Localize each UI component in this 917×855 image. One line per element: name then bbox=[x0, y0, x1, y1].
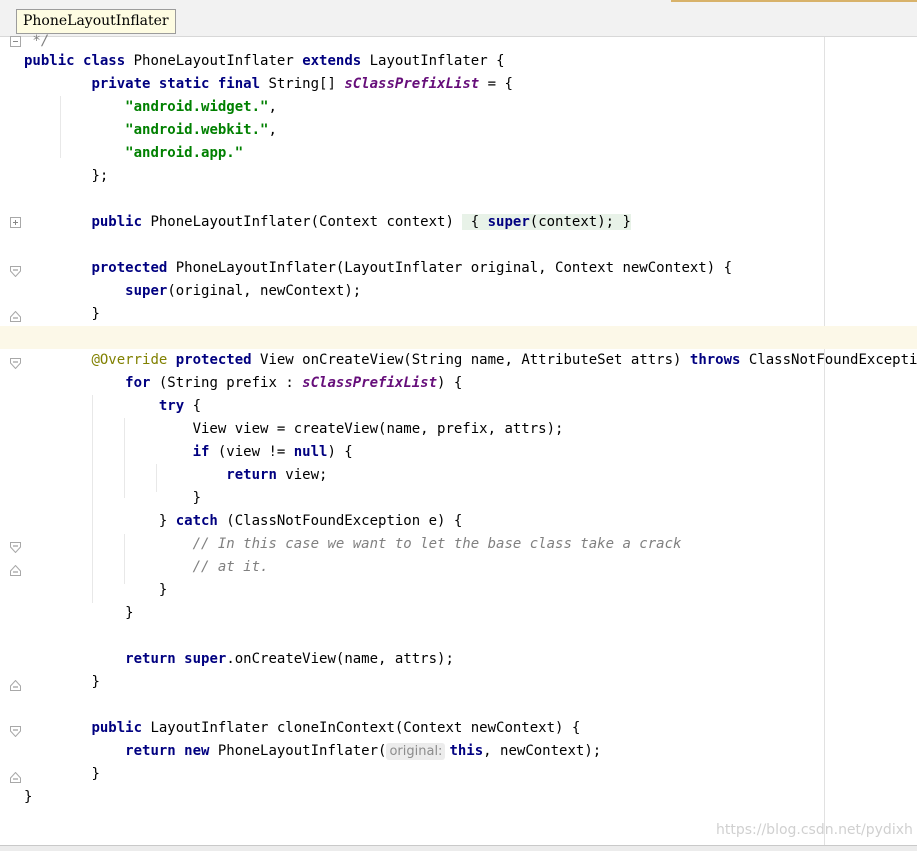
fold-end-icon[interactable] bbox=[10, 768, 21, 783]
superclass: LayoutInflater { bbox=[361, 53, 505, 69]
constructor-signature: PhoneLayoutInflater(LayoutInflater origi… bbox=[167, 260, 733, 276]
keyword-public: public bbox=[91, 214, 143, 230]
field-modifiers: private static final bbox=[91, 76, 261, 92]
code-line-for[interactable]: for (String prefix : sClassPrefixList) { bbox=[0, 372, 917, 395]
keyword-class: class bbox=[83, 53, 126, 69]
fold-collapse-icon[interactable] bbox=[10, 538, 21, 554]
code-line[interactable]: }; bbox=[0, 165, 917, 188]
code-line[interactable]: } bbox=[0, 786, 917, 809]
code-line-comment[interactable]: // In this case we want to let the base … bbox=[0, 533, 917, 556]
code-line[interactable]: super(original, newContext); bbox=[0, 280, 917, 303]
keyword-for: for bbox=[125, 375, 151, 391]
constructor-signature: PhoneLayoutInflater(Context context) bbox=[142, 214, 463, 230]
code-line-clone-declaration[interactable]: public LayoutInflater cloneInContext(Con… bbox=[0, 717, 917, 740]
keyword-return: return bbox=[226, 467, 277, 483]
fold-end-icon[interactable] bbox=[10, 676, 21, 691]
code-line-prefix[interactable]: "android.widget.", bbox=[0, 96, 917, 119]
keyword-return-super: return super bbox=[125, 651, 227, 667]
code-line-if[interactable]: if (view != null) { bbox=[0, 441, 917, 464]
code-line-catch[interactable]: } catch (ClassNotFoundException e) { bbox=[0, 510, 917, 533]
watermark: https://blog.csdn.net/pydixh bbox=[716, 822, 913, 838]
keyword-try: try bbox=[158, 398, 185, 414]
keyword-public: public bbox=[24, 53, 75, 69]
keyword-null: null bbox=[293, 444, 328, 460]
fold-collapse-icon[interactable] bbox=[10, 354, 21, 370]
code-line[interactable]: } bbox=[0, 763, 917, 786]
folded-block[interactable]: { super(context); } bbox=[462, 214, 631, 230]
current-caret-line[interactable] bbox=[0, 326, 917, 349]
code-line-constructor-2[interactable]: protected PhoneLayoutInflater(LayoutInfl… bbox=[0, 257, 917, 280]
keyword-throws: throws bbox=[689, 352, 741, 368]
keyword-return-new: return new bbox=[125, 743, 210, 759]
line-comment: // In this case we want to let the base … bbox=[192, 536, 682, 552]
fold-expand-icon[interactable] bbox=[10, 217, 21, 228]
code-line-field-declaration[interactable]: private static final String[] sClassPref… bbox=[0, 73, 917, 96]
keyword-if: if bbox=[192, 444, 210, 460]
keyword-protected: protected bbox=[167, 352, 252, 368]
field-assign: = { bbox=[479, 76, 513, 92]
code-line-method-declaration[interactable]: @Override protected View onCreateView(St… bbox=[0, 349, 917, 372]
string-literal: "android.app." bbox=[125, 145, 244, 161]
code-line-class-declaration[interactable]: public class PhoneLayoutInflater extends… bbox=[0, 50, 917, 73]
method-signature: LayoutInflater cloneInContext(Context ne… bbox=[142, 720, 581, 736]
active-tab-accent bbox=[671, 0, 917, 2]
keyword-protected: protected bbox=[91, 260, 168, 276]
keyword-this: this bbox=[449, 743, 484, 759]
class-name-tooltip: PhoneLayoutInflater bbox=[16, 9, 176, 34]
code-line[interactable]: } bbox=[0, 579, 917, 602]
code-line[interactable]: } bbox=[0, 303, 917, 326]
code-line-return[interactable]: return view; bbox=[0, 464, 917, 487]
fold-collapse-icon[interactable] bbox=[10, 262, 21, 278]
string-literal: "android.webkit." bbox=[125, 122, 269, 138]
code-line[interactable]: View view = createView(name, prefix, att… bbox=[0, 418, 917, 441]
code-line-return-super[interactable]: return super.onCreateView(name, attrs); bbox=[0, 648, 917, 671]
code-line-clone-return[interactable]: return new PhoneLayoutInflater(original:… bbox=[0, 740, 917, 763]
code-line-comment[interactable]: // at it. bbox=[0, 556, 917, 579]
class-name: PhoneLayoutInflater bbox=[125, 53, 303, 69]
fold-collapse-icon[interactable] bbox=[10, 36, 21, 47]
field-reference: sClassPrefixList bbox=[302, 375, 438, 391]
parameter-hint: original: bbox=[386, 743, 446, 760]
fold-end-icon[interactable] bbox=[10, 307, 21, 322]
annotation-override: @Override bbox=[91, 352, 168, 368]
code-line-prefix[interactable]: "android.webkit.", bbox=[0, 119, 917, 142]
code-line-prefix[interactable]: "android.app." bbox=[0, 142, 917, 165]
code-line[interactable]: } bbox=[0, 602, 917, 625]
code-line[interactable]: } bbox=[0, 671, 917, 694]
line-comment: // at it. bbox=[192, 559, 269, 575]
field-type: String[] bbox=[260, 76, 345, 92]
editor-bottom-bar bbox=[0, 845, 917, 851]
keyword-public: public bbox=[91, 720, 143, 736]
string-literal: "android.widget." bbox=[125, 99, 269, 115]
keyword-catch: catch bbox=[175, 513, 218, 529]
code-line-constructor-1[interactable]: public PhoneLayoutInflater(Context conte… bbox=[0, 211, 917, 234]
code-line[interactable]: } bbox=[0, 487, 917, 510]
code-line-try[interactable]: try { bbox=[0, 395, 917, 418]
keyword-super: super bbox=[125, 283, 168, 299]
field-name: sClassPrefixList bbox=[344, 76, 480, 92]
fold-collapse-icon[interactable] bbox=[10, 722, 21, 738]
keyword-super: super bbox=[487, 214, 530, 230]
method-signature: View onCreateView(String name, Attribute… bbox=[251, 352, 690, 368]
fold-end-icon[interactable] bbox=[10, 561, 21, 576]
keyword-extends: extends bbox=[302, 53, 362, 69]
